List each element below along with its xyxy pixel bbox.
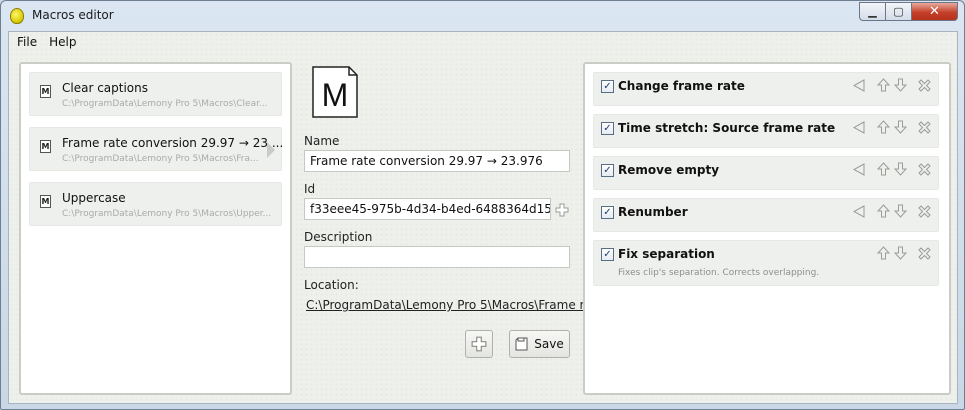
collapse-left-icon[interactable] <box>852 161 867 177</box>
step-controls <box>874 245 932 261</box>
step-name: Renumber <box>618 205 688 219</box>
macro-name: Clear captions <box>62 81 149 95</box>
save-button[interactable]: Save <box>509 330 570 358</box>
menu-bar: File Help <box>9 32 82 54</box>
macro-list-panel: M Clear captions C:\ProgramData\Lemony P… <box>19 62 292 395</box>
macro-path: C:\ProgramData\Lemony Pro 5\Macros\Clear… <box>62 99 268 109</box>
macro-file-icon: M <box>40 85 51 98</box>
move-up-icon[interactable] <box>876 203 891 219</box>
move-up-icon[interactable] <box>876 77 891 93</box>
macro-document-letter: M <box>322 77 349 113</box>
step-description: Fixes clip's separation. Corrects overla… <box>618 268 820 278</box>
title-bar[interactable]: Macros editor ▁ ▢ ✕ <box>1 1 964 31</box>
move-down-icon[interactable] <box>893 161 908 177</box>
move-up-icon[interactable] <box>876 119 891 135</box>
macro-path: C:\ProgramData\Lemony Pro 5\Macros\Fra..… <box>62 154 259 164</box>
menu-file[interactable]: File <box>11 32 43 54</box>
macro-name: Frame rate conversion 29.97 → 23.... <box>62 136 284 150</box>
minimize-button[interactable]: ▁ <box>859 2 886 21</box>
step-checkbox[interactable]: ✓ <box>601 122 614 135</box>
save-label: Save <box>534 337 564 351</box>
macro-steps-panel: ✓ Change frame rate ✓ Time stretch: Sour… <box>583 62 951 395</box>
step-fix-separation[interactable]: ✓ Fix separation Fixes clip's separation… <box>593 240 939 286</box>
window-title: Macros editor <box>32 8 114 22</box>
move-up-icon[interactable] <box>876 245 891 261</box>
id-input[interactable]: f33eee45-975b-4d34-b4ed-6488364d1501 <box>304 198 551 220</box>
step-renumber[interactable]: ✓ Renumber <box>593 198 939 232</box>
step-name: Fix separation <box>618 247 715 261</box>
collapse-left-icon[interactable] <box>852 203 867 219</box>
remove-step-icon[interactable] <box>917 119 932 135</box>
macro-file-icon: M <box>40 140 51 153</box>
step-controls <box>850 119 932 135</box>
move-down-icon[interactable] <box>893 77 908 93</box>
step-name: Change frame rate <box>618 79 745 93</box>
add-button[interactable] <box>465 330 493 358</box>
macro-path: C:\ProgramData\Lemony Pro 5\Macros\Upper… <box>62 209 272 219</box>
move-down-icon[interactable] <box>893 203 908 219</box>
selected-arrow-icon <box>267 142 275 158</box>
macro-item-clear-captions[interactable]: M Clear captions C:\ProgramData\Lemony P… <box>29 72 282 116</box>
location-label: Location: <box>304 278 359 292</box>
new-id-plus-icon[interactable] <box>555 203 569 217</box>
step-controls <box>850 77 932 93</box>
client-area: File Help M Clear captions C:\ProgramDat… <box>8 31 958 404</box>
step-change-frame-rate[interactable]: ✓ Change frame rate <box>593 72 939 106</box>
remove-step-icon[interactable] <box>917 77 932 93</box>
close-button[interactable]: ✕ <box>912 2 958 21</box>
collapse-left-icon[interactable] <box>852 119 867 135</box>
step-checkbox[interactable]: ✓ <box>601 80 614 93</box>
step-name: Remove empty <box>618 163 720 177</box>
move-up-icon[interactable] <box>876 161 891 177</box>
name-input[interactable]: Frame rate conversion 29.97 → 23.976 <box>304 150 570 172</box>
name-label: Name <box>304 134 340 148</box>
macro-file-icon: M <box>40 195 51 208</box>
lemon-icon <box>10 8 24 24</box>
step-controls <box>850 203 932 219</box>
plus-icon <box>471 336 487 352</box>
window-controls: ▁ ▢ ✕ <box>859 2 958 22</box>
remove-step-icon[interactable] <box>917 203 932 219</box>
macro-document-icon: M <box>312 66 358 118</box>
step-time-stretch[interactable]: ✓ Time stretch: Source frame rate <box>593 114 939 148</box>
description-label: Description <box>304 230 373 244</box>
description-input[interactable] <box>304 246 570 268</box>
macro-item-uppercase[interactable]: M Uppercase C:\ProgramData\Lemony Pro 5\… <box>29 182 282 226</box>
step-checkbox[interactable]: ✓ <box>601 248 614 261</box>
id-label: Id <box>304 182 316 196</box>
save-icon <box>515 337 528 351</box>
menu-help[interactable]: Help <box>43 32 82 54</box>
move-down-icon[interactable] <box>893 119 908 135</box>
maximize-button[interactable]: ▢ <box>886 2 912 21</box>
step-checkbox[interactable]: ✓ <box>601 206 614 219</box>
macro-name: Uppercase <box>62 191 126 205</box>
step-name: Time stretch: Source frame rate <box>618 121 836 135</box>
location-link[interactable]: C:\ProgramData\Lemony Pro 5\Macros\Frame… <box>306 298 595 312</box>
collapse-left-icon[interactable] <box>852 77 867 93</box>
remove-step-icon[interactable] <box>917 245 932 261</box>
move-down-icon[interactable] <box>893 245 908 261</box>
macro-item-frame-rate-conversion[interactable]: M Frame rate conversion 29.97 → 23.... C… <box>29 127 284 171</box>
step-remove-empty[interactable]: ✓ Remove empty <box>593 156 939 190</box>
remove-step-icon[interactable] <box>917 161 932 177</box>
step-checkbox[interactable]: ✓ <box>601 164 614 177</box>
step-controls <box>850 161 932 177</box>
window: Macros editor ▁ ▢ ✕ File Help M Clear ca… <box>0 0 965 410</box>
